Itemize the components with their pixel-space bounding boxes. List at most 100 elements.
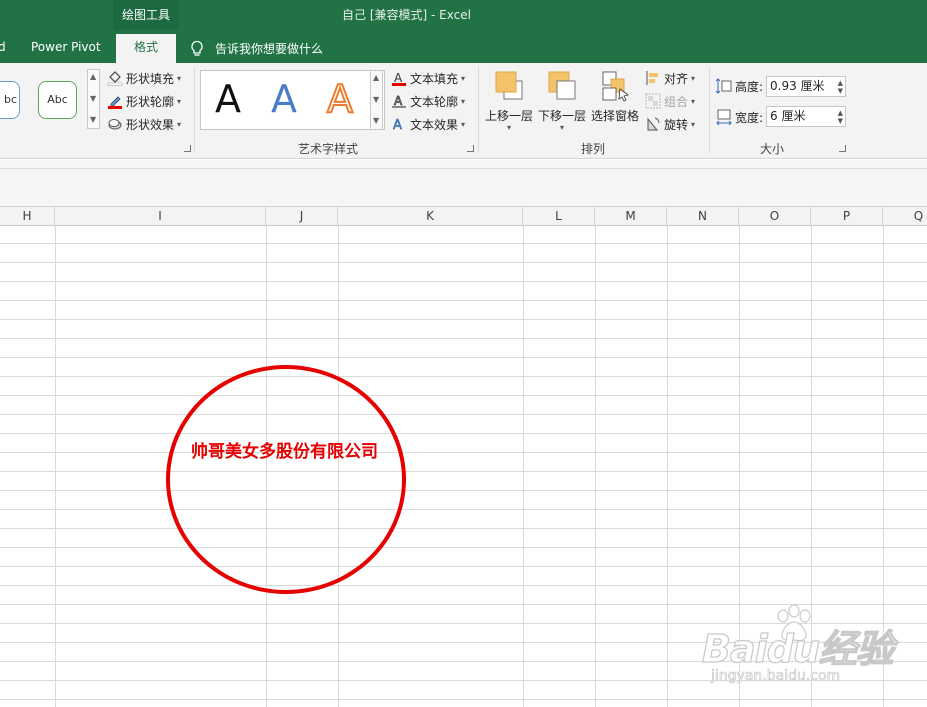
column-header-l[interactable]: L: [523, 207, 595, 226]
row-gridline: [0, 528, 927, 529]
text-outline-icon: A: [391, 93, 407, 109]
send-backward-button[interactable]: 下移一层 ▾: [538, 69, 586, 132]
text-effects-icon: A: [391, 116, 407, 134]
window-title: 自己 [兼容模式] - Excel: [342, 8, 471, 22]
bring-forward-label: 上移一层: [485, 109, 534, 123]
width-spin-up[interactable]: ▲: [838, 110, 843, 117]
column-header-o[interactable]: O: [739, 207, 811, 226]
row-gridline: [0, 490, 927, 491]
group-separator: [709, 67, 710, 153]
text-fill-button[interactable]: A 文本填充 ▾: [391, 68, 465, 88]
row-gridline: [0, 433, 927, 434]
shape-outline-button[interactable]: 形状轮廓 ▾: [107, 91, 181, 111]
selection-pane-button[interactable]: 选择窗格: [591, 69, 639, 124]
watermark-logo: Baidu经验: [701, 626, 894, 671]
column-header-m[interactable]: M: [595, 207, 667, 226]
shape-style-preset-2[interactable]: Abc: [38, 81, 77, 119]
height-field-label-wrap: 高度:: [715, 76, 763, 96]
wordart-gallery-scroll[interactable]: ▲ ▼ ▼: [370, 70, 383, 130]
wordart-styles-group-label: 艺术字样式: [298, 142, 359, 156]
lightbulb-icon: [191, 40, 203, 56]
height-spin-up[interactable]: ▲: [838, 80, 843, 87]
title-bar: 绘图工具 自己 [兼容模式] - Excel: [0, 0, 927, 34]
shape-styles-dialog-launcher[interactable]: [184, 145, 191, 152]
shape-effects-icon: [107, 116, 123, 132]
row-gridline: [0, 395, 927, 396]
tab-format[interactable]: 格式: [116, 34, 176, 63]
text-fill-icon: A: [391, 70, 407, 86]
wordart-styles-gallery[interactable]: A A A: [200, 70, 385, 130]
row-gridline: [0, 338, 927, 339]
column-header-row: H I J K L M N O P Q: [0, 206, 927, 226]
send-backward-icon: [545, 69, 579, 103]
width-spin-down[interactable]: ▼: [838, 118, 843, 125]
column-header-q[interactable]: Q: [883, 207, 927, 226]
width-label: 宽度:: [735, 110, 764, 125]
align-label: 对齐: [664, 71, 689, 86]
rotate-button[interactable]: 旋转 ▾: [645, 114, 695, 134]
bring-forward-button[interactable]: 上移一层 ▾: [485, 69, 533, 132]
row-gridline: [0, 452, 927, 453]
selection-pane-icon: [598, 69, 632, 103]
height-input[interactable]: 0.93 厘米 ▲ ▼: [766, 76, 846, 97]
width-field-label-wrap: 宽度:: [716, 107, 763, 127]
group-objects-icon: [645, 93, 661, 109]
rotate-icon: [645, 116, 661, 132]
text-effects-button[interactable]: A 文本效果 ▾: [391, 114, 465, 134]
shape-styles-gallery-scroll[interactable]: ▲ ▼ ▼: [87, 69, 100, 129]
column-header-p[interactable]: P: [811, 207, 883, 226]
text-outline-button[interactable]: A 文本轮廓 ▾: [391, 91, 465, 111]
row-gridline: [0, 471, 927, 472]
size-dialog-launcher[interactable]: [839, 145, 846, 152]
column-header-j[interactable]: J: [266, 207, 338, 226]
wordart-style-blue[interactable]: A: [271, 77, 297, 121]
width-input[interactable]: 6 厘米 ▲ ▼: [766, 106, 846, 127]
wordart-styles-dialog-launcher[interactable]: [467, 145, 474, 152]
group-objects-label: 组合: [664, 94, 689, 109]
align-icon: [645, 70, 661, 86]
stamp-circle-shape[interactable]: [166, 365, 406, 594]
svg-text:A: A: [394, 94, 403, 108]
column-gridline: [667, 226, 668, 707]
group-objects-button[interactable]: 组合 ▾: [645, 91, 695, 111]
align-button[interactable]: 对齐 ▾: [645, 68, 695, 88]
height-value: 0.93 厘米: [770, 79, 825, 93]
text-outline-label: 文本轮廓: [410, 94, 459, 109]
row-gridline: [0, 357, 927, 358]
row-gridline: [0, 262, 927, 263]
height-spin-down[interactable]: ▼: [838, 88, 843, 95]
ribbon-tab-row: d Power Pivot 格式 告诉我你想要做什么: [0, 34, 927, 63]
send-backward-label: 下移一层: [538, 109, 587, 123]
rotate-label: 旋转: [664, 117, 689, 132]
stamp-wordart-text[interactable]: 帅哥美女多股份有限公司: [191, 437, 378, 462]
shape-fill-button[interactable]: 形状填充 ▾: [107, 68, 181, 88]
shape-effects-button[interactable]: 形状效果 ▾: [107, 114, 181, 134]
tell-me-search[interactable]: 告诉我你想要做什么: [190, 34, 323, 63]
row-gridline: [0, 585, 927, 586]
row-gridline: [0, 509, 927, 510]
column-header-k[interactable]: K: [338, 207, 523, 226]
column-gridline: [55, 226, 56, 707]
shape-style-preset-1[interactable]: bc: [0, 81, 20, 119]
tell-me-label: 告诉我你想要做什么: [215, 42, 324, 56]
size-group-label: 大小: [760, 142, 785, 156]
wordart-style-black[interactable]: A: [215, 77, 241, 121]
row-gridline: [0, 699, 927, 700]
svg-text:A: A: [393, 118, 402, 132]
wordart-style-orange-outline[interactable]: A: [326, 76, 354, 122]
watermark-url: jingyan.baidu.com: [711, 668, 841, 685]
column-header-n[interactable]: N: [667, 207, 739, 226]
row-gridline: [0, 300, 927, 301]
shape-effects-label: 形状效果: [126, 117, 175, 132]
drawing-tools-context-label: 绘图工具: [113, 0, 179, 30]
tab-partial[interactable]: d: [0, 34, 6, 63]
pencil-icon: [107, 93, 123, 109]
column-header-i[interactable]: I: [55, 207, 266, 226]
tab-power-pivot[interactable]: Power Pivot: [31, 34, 101, 63]
column-header-h[interactable]: H: [0, 207, 55, 226]
row-gridline: [0, 243, 927, 244]
height-icon: [715, 78, 732, 94]
selection-pane-label: 选择窗格: [591, 109, 640, 123]
ribbon: bc Abc ▲ ▼ ▼ 形状填充 ▾ 形状轮廓 ▾ 形状效果 ▾ A A A ▲ ▼ ▼ A…: [0, 63, 927, 159]
formula-bar-divider: [0, 168, 927, 169]
